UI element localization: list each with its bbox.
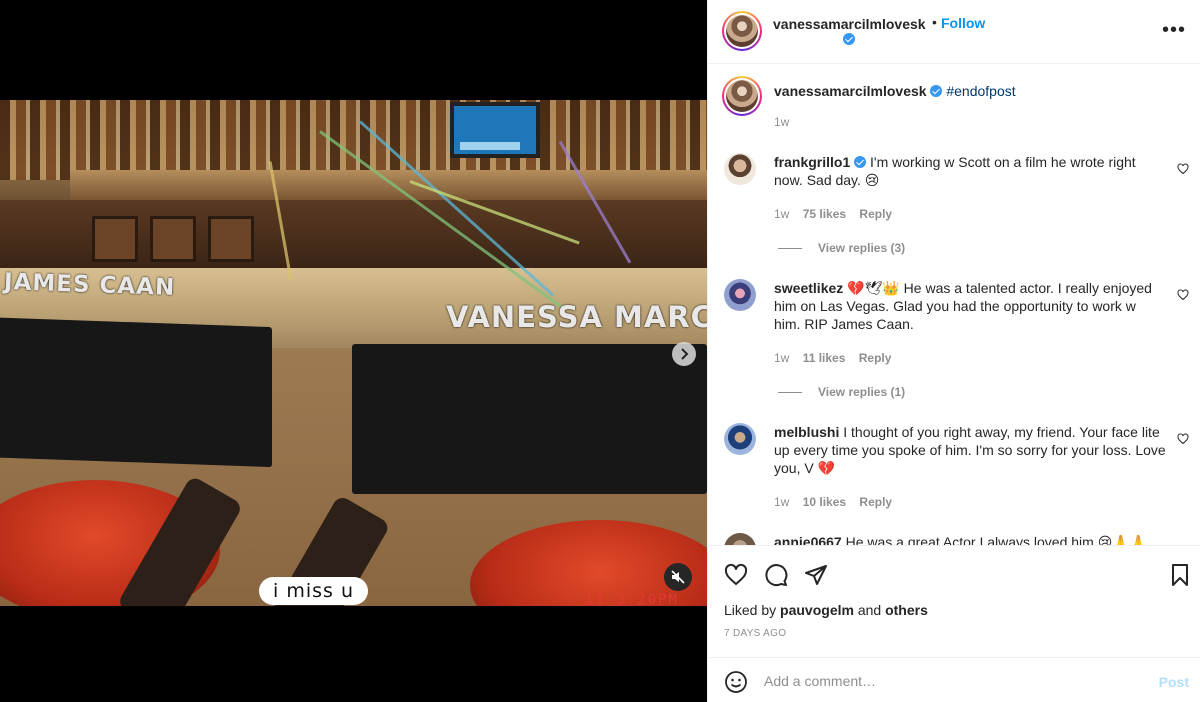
chair-back-right — [352, 344, 707, 494]
post-actions — [708, 545, 1200, 657]
post-header: vanessamarcilmlovesk • Follow ••• — [708, 0, 1200, 64]
chevron-right-icon — [681, 348, 689, 360]
like-heart-icon[interactable] — [724, 563, 748, 587]
verified-badge-icon — [854, 156, 867, 168]
author-avatar[interactable] — [722, 11, 762, 51]
photo-timestamp: 11 3:20PM — [585, 592, 679, 608]
like-comment-heart-icon[interactable] — [1177, 433, 1189, 445]
comment-text: sweetlikez 💔🕊👑 He was a talented actor. … — [774, 279, 1166, 333]
story-caption: i miss u — [259, 577, 368, 605]
chair-back-left — [0, 316, 272, 468]
add-comment-bar: Post — [708, 657, 1200, 702]
comment-time: 1w — [774, 207, 790, 221]
comment-meta: 1w 11 likes Reply — [774, 351, 901, 365]
comment-username[interactable]: annie0667 — [774, 534, 842, 545]
comment-username[interactable]: frankgrillo1 — [774, 154, 850, 170]
comment-time: 1w — [774, 495, 790, 509]
commenter-avatar[interactable] — [724, 153, 756, 185]
view-replies-label: View replies (1) — [818, 385, 906, 399]
comment-meta: 1w 75 likes Reply — [774, 207, 902, 221]
comments-list[interactable]: vanessamarcilmlovesk #endofpost 1w frank… — [708, 65, 1200, 545]
follow-button[interactable]: Follow — [941, 15, 985, 31]
post-media[interactable]: JAMES CAAN VANESSA MARCIL i miss u 11 3:… — [0, 0, 707, 702]
verified-badge-icon — [930, 85, 943, 97]
likes-user[interactable]: pauvogelm — [780, 602, 854, 618]
caption-hashtag[interactable]: #endofpost — [946, 83, 1015, 99]
view-replies-button[interactable]: View replies (3) — [778, 241, 905, 255]
author-username[interactable]: vanessamarcilmlovesk — [773, 16, 926, 32]
like-comment-heart-icon[interactable] — [1177, 163, 1189, 175]
likes-prefix: Liked by — [724, 602, 777, 618]
caption-username[interactable]: vanessamarcilmlovesk — [774, 83, 927, 99]
add-comment-input[interactable] — [764, 668, 1124, 694]
like-comment-heart-icon[interactable] — [1177, 289, 1189, 301]
comment-bubble-icon[interactable] — [764, 563, 788, 587]
comment-likes[interactable]: 10 likes — [803, 495, 846, 509]
liquor-shelf — [0, 100, 707, 180]
likes-summary: Liked by pauvogelm and others — [724, 602, 928, 618]
reply-button[interactable]: Reply — [859, 207, 892, 221]
reply-button[interactable]: Reply — [859, 495, 892, 509]
bookmark-save-icon[interactable] — [1168, 563, 1192, 587]
caption-time: 1w — [774, 115, 790, 129]
next-slide-button[interactable] — [672, 342, 696, 366]
post-sidebar: vanessamarcilmlovesk • Follow ••• vaness… — [707, 0, 1200, 702]
commenter-avatar[interactable] — [724, 423, 756, 455]
comment-text: annie0667 He was a great Actor I always … — [774, 533, 1166, 545]
emoji-icon[interactable] — [724, 670, 748, 694]
comment-likes[interactable]: 75 likes — [803, 207, 846, 221]
bar-shelf — [70, 170, 707, 200]
chair-name-right: VANESSA MARCIL — [446, 300, 707, 334]
comment-meta: 1w 10 likes Reply — [774, 495, 902, 509]
view-replies-label: View replies (3) — [818, 241, 906, 255]
comment-text: melblushi I thought of you right away, m… — [774, 423, 1166, 477]
post-comment-button[interactable]: Post — [1159, 674, 1189, 690]
reply-button[interactable]: Reply — [859, 351, 892, 365]
more-options-icon[interactable]: ••• — [1162, 20, 1186, 40]
comment-time: 1w — [774, 351, 790, 365]
commenter-avatar[interactable] — [724, 279, 756, 311]
post-date[interactable]: 7 DAYS AGO — [724, 628, 786, 639]
comment-likes[interactable]: 11 likes — [803, 351, 846, 365]
likes-others[interactable]: others — [885, 602, 928, 618]
share-paper-plane-icon[interactable] — [804, 563, 828, 587]
likes-and: and — [857, 602, 882, 618]
speaker-muted-icon — [671, 570, 685, 584]
caption-avatar[interactable] — [722, 76, 762, 116]
mute-button[interactable] — [664, 563, 692, 591]
bar-photo — [0, 100, 707, 606]
comment-body: He was a great Actor I always loved him … — [845, 534, 1148, 545]
caption-meta: 1w — [774, 115, 799, 129]
separator-dot: • — [932, 14, 937, 30]
commenter-avatar[interactable] — [724, 533, 756, 545]
view-replies-button[interactable]: View replies (1) — [778, 385, 905, 399]
caption-row: vanessamarcilmlovesk #endofpost — [774, 82, 1166, 100]
tv-screen — [450, 102, 540, 158]
comment-text: frankgrillo1 I'm working w Scott on a fi… — [774, 153, 1166, 189]
verified-badge-icon — [843, 33, 855, 45]
comment-username[interactable]: melblushi — [774, 424, 839, 440]
comment-username[interactable]: sweetlikez — [774, 280, 843, 296]
